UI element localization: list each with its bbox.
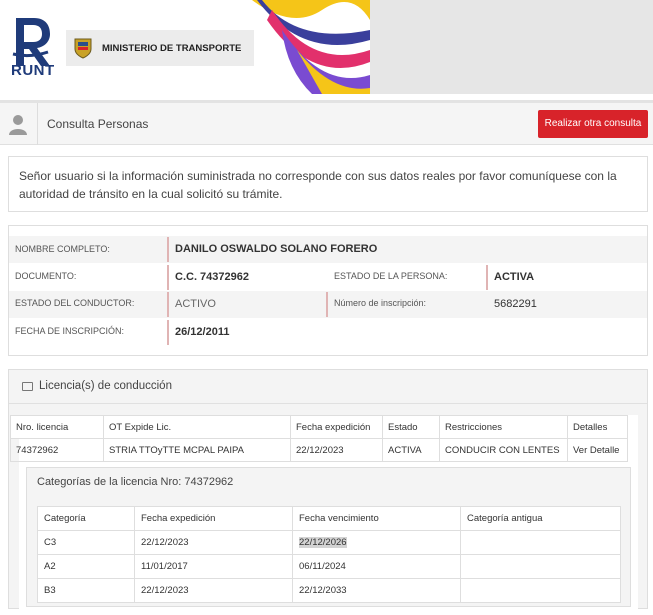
id-card-icon — [22, 382, 33, 391]
page-header: Consulta Personas Realizar otra consulta — [0, 103, 653, 145]
column-header: OT Expide Lic. — [103, 415, 291, 439]
details-link[interactable]: Ver Detalle — [567, 438, 628, 462]
categories-panel: Categorías de la licencia Nro: 74372962 … — [26, 467, 631, 607]
column-header: Categoría — [37, 506, 135, 531]
person-details: NOMBRE COMPLETO: DANILO OSWALDO SOLANO F… — [8, 225, 648, 356]
header-divider — [37, 103, 38, 145]
expiry-date-highlight: 22/12/2026 — [299, 537, 347, 548]
category: C3 — [37, 530, 135, 555]
restrictions: CONDUCIR CON LENTES — [439, 438, 568, 462]
person-status-label: ESTADO DE LA PERSONA: — [334, 271, 448, 281]
categories-title: Categorías de la licencia Nro: 74372962 — [37, 476, 234, 488]
licenses-title: Licencia(s) de conducción — [39, 380, 172, 392]
registration-date-label: FECHA DE INSCRIPCIÓN: — [15, 326, 125, 336]
license-status: ACTIVA — [382, 438, 440, 462]
full-name-label: NOMBRE COMPLETO: — [15, 244, 110, 254]
license-number: 74372962 — [10, 438, 104, 462]
driver-status-label: ESTADO DEL CONDUCTOR: — [15, 298, 135, 308]
column-header: Fecha expedición — [134, 506, 293, 531]
licenses-table: Nro. licencia OT Expide Lic. Fecha exped… — [10, 415, 628, 462]
issue-date: 11/01/2017 — [134, 554, 293, 579]
expiry-date: 22/12/2026 — [292, 530, 461, 555]
row-full-name: NOMBRE COMPLETO: DANILO OSWALDO SOLANO F… — [9, 236, 647, 263]
field-marker — [167, 320, 169, 345]
category: A2 — [37, 554, 135, 579]
expiry-date: 22/12/2033 — [292, 578, 461, 603]
row-driver-status: ESTADO DEL CONDUCTOR: ACTIVO Número de i… — [9, 291, 647, 318]
table-header-row: Categoría Fecha expedición Fecha vencimi… — [37, 506, 621, 531]
old-category — [460, 578, 621, 603]
full-name-value: DANILO OSWALDO SOLANO FORERO — [175, 243, 378, 255]
old-category — [460, 530, 621, 555]
field-marker — [167, 237, 169, 262]
document-value: C.C. 74372962 — [175, 271, 249, 283]
registration-number-value: 5682291 — [494, 298, 537, 310]
issue-date: 22/12/2023 — [134, 578, 293, 603]
runt-logo-text: RUNT — [11, 62, 55, 79]
person-status-value: ACTIVA — [494, 271, 535, 283]
column-header: Estado — [382, 415, 440, 439]
decorative-waves — [252, 0, 370, 94]
field-marker — [486, 265, 488, 290]
column-header: Fecha vencimiento — [292, 506, 461, 531]
registration-number-label: Número de inscripción: — [334, 298, 427, 308]
field-marker — [167, 292, 169, 317]
ministry-label: MINISTERIO DE TRANSPORTE — [102, 43, 242, 54]
field-marker — [167, 265, 169, 290]
column-header: Detalles — [567, 415, 628, 439]
table-row: C3 22/12/2023 22/12/2026 — [37, 530, 621, 555]
table-row: A2 11/01/2017 06/11/2024 — [37, 554, 621, 579]
column-header: Fecha expedición — [290, 415, 383, 439]
row-document: DOCUMENTO: C.C. 74372962 ESTADO DE LA PE… — [9, 264, 647, 291]
issuing-authority: STRIA TTOyTTE MCPAL PAIPA — [103, 438, 291, 462]
top-banner: RUNT MINISTERIO DE TRANSPORTE — [0, 0, 653, 94]
issue-date: 22/12/2023 — [290, 438, 383, 462]
expiry-date: 06/11/2024 — [292, 554, 461, 579]
field-marker — [326, 292, 328, 317]
new-query-button[interactable]: Realizar otra consulta — [538, 110, 648, 138]
table-row: B3 22/12/2023 22/12/2033 — [37, 578, 621, 603]
table-header-row: Nro. licencia OT Expide Lic. Fecha exped… — [10, 415, 628, 439]
info-notice: Señor usuario si la información suminist… — [8, 156, 648, 212]
registration-date-value: 26/12/2011 — [175, 326, 230, 338]
column-header: Restricciones — [439, 415, 568, 439]
issue-date: 22/12/2023 — [134, 530, 293, 555]
table-row: 74372962 STRIA TTOyTTE MCPAL PAIPA 22/12… — [10, 438, 628, 462]
row-registration-date: FECHA DE INSCRIPCIÓN: 26/12/2011 — [9, 319, 647, 346]
driver-status-value: ACTIVO — [175, 298, 216, 310]
old-category — [460, 554, 621, 579]
document-label: DOCUMENTO: — [15, 271, 77, 281]
user-icon — [9, 115, 27, 135]
column-header: Nro. licencia — [10, 415, 104, 439]
page-title: Consulta Personas — [47, 117, 149, 131]
coat-of-arms-icon — [74, 38, 92, 59]
categories-table: Categoría Fecha expedición Fecha vencimi… — [37, 506, 621, 603]
banner-background — [370, 0, 653, 94]
column-header: Categoría antigua — [460, 506, 621, 531]
category: B3 — [37, 578, 135, 603]
licenses-panel-header[interactable]: Licencia(s) de conducción — [9, 370, 647, 404]
